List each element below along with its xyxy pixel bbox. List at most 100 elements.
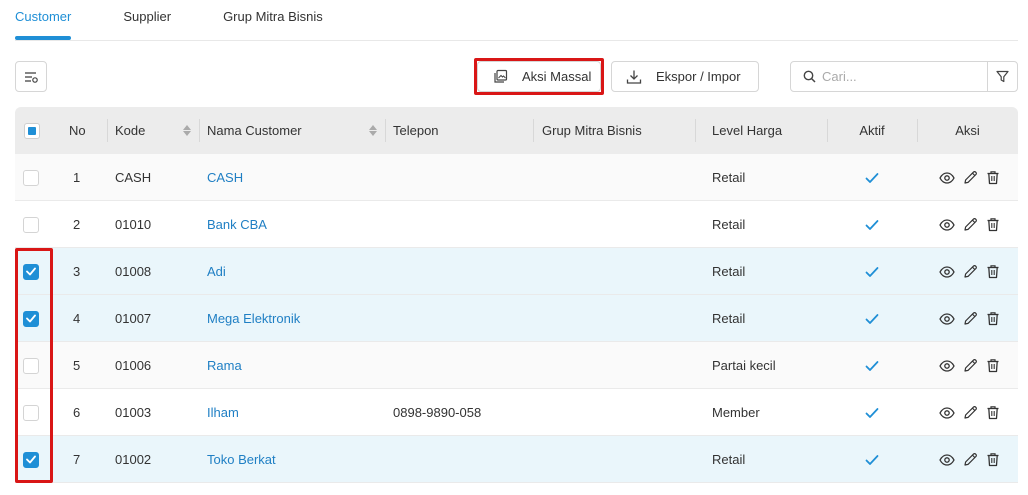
cell-aktif <box>865 248 879 295</box>
cell-aktif <box>865 389 879 436</box>
cell-aksi <box>939 389 1000 436</box>
edit-icon[interactable] <box>963 452 978 467</box>
row-checkbox[interactable] <box>23 404 39 421</box>
row-checkbox[interactable] <box>23 451 39 468</box>
cell-nama-link[interactable]: Mega Elektronik <box>207 295 300 342</box>
delete-icon[interactable] <box>986 452 1000 467</box>
check-icon <box>865 407 879 418</box>
table-row[interactable]: 7 01002 Toko Berkat Retail <box>15 436 1018 483</box>
row-checkbox[interactable] <box>23 263 39 280</box>
edit-icon[interactable] <box>963 217 978 232</box>
col-header-grup: Grup Mitra Bisnis <box>533 107 695 154</box>
delete-icon[interactable] <box>986 217 1000 232</box>
delete-icon[interactable] <box>986 405 1000 420</box>
row-select-cell <box>23 295 39 342</box>
cell-kode: 01002 <box>115 452 152 467</box>
column-settings-button[interactable] <box>15 61 47 92</box>
col-header-kode-label: Kode <box>115 123 146 138</box>
cell-no: 4 <box>73 311 81 326</box>
cell-level: Retail <box>712 452 746 467</box>
export-import-label: Ekspor / Impor <box>656 69 741 84</box>
view-icon[interactable] <box>939 452 955 468</box>
table-row[interactable]: 4 01007 Mega Elektronik Retail <box>15 295 1018 342</box>
row-select-cell <box>23 201 39 248</box>
bulk-action-label: Aksi Massal <box>522 69 592 84</box>
view-icon[interactable] <box>939 358 955 374</box>
cell-kode: 01010 <box>115 217 152 232</box>
col-header-nama-label: Nama Customer <box>207 123 302 138</box>
col-header-aktif: Aktif <box>827 107 917 154</box>
cell-nama-link[interactable]: Bank CBA <box>207 201 267 248</box>
tab-grup-mitra-bisnis[interactable]: Grup Mitra Bisnis <box>223 0 323 41</box>
edit-icon[interactable] <box>963 358 978 373</box>
delete-icon[interactable] <box>986 264 1000 279</box>
cell-aksi <box>939 436 1000 483</box>
view-icon[interactable] <box>939 170 955 186</box>
cell-nama-link[interactable]: CASH <box>207 154 243 201</box>
col-header-level: Level Harga <box>695 107 827 154</box>
cell-kode: 01008 <box>115 264 152 279</box>
search-icon <box>803 70 816 83</box>
row-select-cell <box>23 342 39 389</box>
row-checkbox[interactable] <box>23 357 39 374</box>
table-row[interactable]: 2 01010 Bank CBA Retail <box>15 201 1018 248</box>
view-icon[interactable] <box>939 405 955 421</box>
view-icon[interactable] <box>939 217 955 233</box>
cell-aksi <box>939 248 1000 295</box>
select-all-checkbox[interactable] <box>24 122 40 139</box>
cell-kode: 01007 <box>115 311 152 326</box>
search-input[interactable] <box>822 69 982 84</box>
row-select-cell <box>23 154 39 201</box>
cell-nama-link[interactable]: Toko Berkat <box>207 436 276 483</box>
edit-icon[interactable] <box>963 264 978 279</box>
edit-icon[interactable] <box>963 170 978 185</box>
tab-supplier[interactable]: Supplier <box>123 0 171 41</box>
filter-icon <box>996 70 1009 83</box>
col-header-nama[interactable]: Nama Customer <box>199 107 385 154</box>
bulk-action-button[interactable]: Aksi Massal <box>477 61 601 92</box>
check-icon <box>865 219 879 230</box>
row-checkbox[interactable] <box>23 216 39 233</box>
edit-icon[interactable] <box>963 405 978 420</box>
col-header-kode[interactable]: Kode <box>107 107 199 154</box>
row-checkbox[interactable] <box>23 310 39 327</box>
cell-level: Retail <box>712 311 746 326</box>
row-checkbox[interactable] <box>23 169 39 186</box>
cell-aksi <box>939 342 1000 389</box>
cell-aktif <box>865 342 879 389</box>
cell-nama-link[interactable]: Rama <box>207 342 242 389</box>
filter-button[interactable] <box>987 61 1018 92</box>
edit-icon[interactable] <box>963 311 978 326</box>
sort-icon <box>183 125 191 136</box>
delete-icon[interactable] <box>986 170 1000 185</box>
tab-customer[interactable]: Customer <box>15 0 72 41</box>
cell-aktif <box>865 295 879 342</box>
row-select-cell <box>23 248 39 295</box>
customer-table: No Kode Nama Customer Telepon Grup Mitra… <box>15 107 1018 483</box>
cell-level: Member <box>712 405 760 420</box>
table-body: 1 CASH CASH Retail 2 01010 Bank CBA Retail 3 0100… <box>15 154 1018 483</box>
table-row[interactable]: 6 01003 Ilham 0898-9890-058 Member <box>15 389 1018 436</box>
table-row[interactable]: 5 01006 Rama Partai kecil <box>15 342 1018 389</box>
cell-level: Retail <box>712 217 746 232</box>
table-row[interactable]: 3 01008 Adi Retail <box>15 248 1018 295</box>
cell-aktif <box>865 154 879 201</box>
cell-aksi <box>939 201 1000 248</box>
view-icon[interactable] <box>939 264 955 280</box>
export-import-button[interactable]: Ekspor / Impor <box>611 61 759 92</box>
check-icon <box>865 454 879 465</box>
download-icon <box>626 69 642 85</box>
row-select-cell <box>23 389 39 436</box>
cell-no: 6 <box>73 405 81 420</box>
cell-nama-link[interactable]: Adi <box>207 248 226 295</box>
cell-no: 3 <box>73 264 81 279</box>
tab-bar: Customer Supplier Grup Mitra Bisnis <box>15 0 1018 41</box>
delete-icon[interactable] <box>986 311 1000 326</box>
delete-icon[interactable] <box>986 358 1000 373</box>
cell-nama-link[interactable]: Ilham <box>207 389 239 436</box>
view-icon[interactable] <box>939 311 955 327</box>
cell-aktif <box>865 201 879 248</box>
table-row[interactable]: 1 CASH CASH Retail <box>15 154 1018 201</box>
table-header: No Kode Nama Customer Telepon Grup Mitra… <box>15 107 1018 154</box>
cell-kode: 01003 <box>115 405 152 420</box>
